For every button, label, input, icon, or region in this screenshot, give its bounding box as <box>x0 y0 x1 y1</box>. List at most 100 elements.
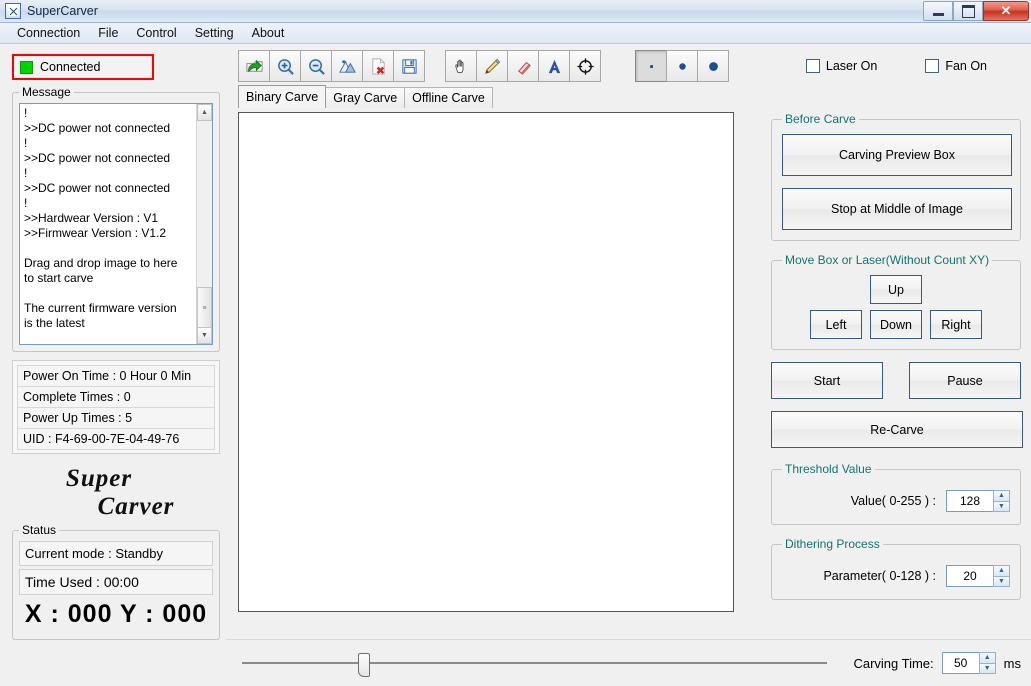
menu-item-about[interactable]: About <box>243 24 294 42</box>
dpad-bottom-row: Left Down Right <box>810 310 982 339</box>
carving-time-label: Carving Time: <box>853 655 934 671</box>
logo-line-1: Super <box>65 465 133 492</box>
text-tool-icon[interactable] <box>538 50 570 82</box>
threshold-spinner[interactable]: 128 ▲ ▼ <box>946 490 1010 512</box>
threshold-increment-icon[interactable]: ▲ <box>993 490 1010 502</box>
dithering-decrement-icon[interactable]: ▼ <box>993 576 1010 587</box>
threshold-group: Threshold Value Value( 0-255 ) : 128 ▲ ▼ <box>771 462 1021 525</box>
threshold-row: Value( 0-255 ) : 128 ▲ ▼ <box>782 484 1010 514</box>
threshold-input[interactable]: 128 <box>946 490 993 512</box>
status-group: Status Current mode : Standby Time Used … <box>12 523 220 640</box>
direction-pad: Up Left Down Right <box>782 275 1010 339</box>
tab-gray-carve[interactable]: Gray Carve <box>325 87 406 108</box>
dithering-spinner[interactable]: 20 ▲ ▼ <box>946 565 1010 587</box>
move-down-button[interactable]: Down <box>870 310 922 339</box>
toolbar: Laser On Fan On <box>226 44 1031 84</box>
right-side: Laser On Fan On Binary Carve Gray Carve … <box>226 44 1031 686</box>
fan-on-checkbox-box[interactable] <box>925 59 940 73</box>
pencil-icon[interactable] <box>476 50 508 82</box>
message-legend: Message <box>22 85 71 99</box>
tab-offline-carve[interactable]: Offline Carve <box>404 87 493 108</box>
brush-size-medium-icon[interactable] <box>666 50 698 82</box>
message-group: Message ! >>DC power not connected ! >>D… <box>12 85 220 352</box>
message-log[interactable]: ! >>DC power not connected ! >>DC power … <box>19 103 213 345</box>
carve-canvas[interactable] <box>238 112 734 612</box>
menu-item-file[interactable]: File <box>89 24 127 42</box>
close-button[interactable]: ✕ <box>983 1 1029 21</box>
target-icon[interactable] <box>569 50 601 82</box>
message-scrollbar[interactable]: ▲ ≡ ▼ <box>196 104 212 344</box>
dpad-top-row: Up <box>870 275 922 304</box>
tab-binary-carve[interactable]: Binary Carve <box>238 85 327 108</box>
stat-uid: UID : F4-69-00-7E-04-49-76 <box>17 428 215 450</box>
stop-at-middle-button[interactable]: Stop at Middle of Image <box>782 188 1012 230</box>
carving-time-spin-buttons: ▲ ▼ <box>978 652 996 674</box>
carve-mode-tabs: Binary Carve Gray Carve Offline Carve <box>226 85 1031 108</box>
brush-size-small-icon[interactable] <box>635 50 667 82</box>
connection-status-label: Connected <box>40 60 101 74</box>
carving-preview-box-button[interactable]: Carving Preview Box <box>782 134 1012 176</box>
recarve-button[interactable]: Re-Carve <box>771 411 1023 448</box>
brand-logo: Super Carver <box>6 466 226 519</box>
move-left-button[interactable]: Left <box>810 310 862 339</box>
image-fit-icon[interactable] <box>331 50 363 82</box>
delete-file-icon[interactable] <box>362 50 394 82</box>
move-box-group: Move Box or Laser(Without Count XY) Up L… <box>771 253 1021 350</box>
title-bar: SuperCarver ✕ <box>0 0 1031 23</box>
scrollbar-thumb[interactable]: ≡ <box>197 287 212 329</box>
laser-on-checkbox-box[interactable] <box>805 59 820 73</box>
coordinates-display: X : 000 Y : 000 <box>24 600 208 628</box>
save-icon[interactable] <box>393 50 425 82</box>
carving-time-spinner[interactable]: 50 ▲ ▼ <box>941 652 996 674</box>
open-image-icon[interactable] <box>238 50 270 82</box>
threshold-label: Value( 0-255 ) : <box>850 494 936 508</box>
laser-on-checkbox[interactable]: Laser On <box>805 59 878 73</box>
maximize-button[interactable] <box>953 1 983 21</box>
connection-status-badge[interactable]: Connected <box>12 54 154 80</box>
menu-item-control[interactable]: Control <box>127 24 185 42</box>
stat-power-on-time: Power On Time : 0 Hour 0 Min <box>17 365 215 387</box>
threshold-legend: Threshold Value <box>785 462 872 476</box>
left-panel: Connected Message ! >>DC power not conne… <box>0 44 226 686</box>
run-controls-row: Start Pause <box>771 362 1021 399</box>
menu-item-setting[interactable]: Setting <box>186 24 243 42</box>
carving-time-decrement-icon[interactable]: ▼ <box>978 663 996 674</box>
menu-item-connection[interactable]: Connection <box>8 24 89 42</box>
stat-complete-times: Complete Times : 0 <box>17 386 215 408</box>
scroll-down-icon[interactable]: ▼ <box>197 327 212 344</box>
laser-on-label: Laser On <box>825 59 878 73</box>
power-slider[interactable] <box>238 648 835 678</box>
fan-on-checkbox[interactable]: Fan On <box>925 59 987 73</box>
dithering-input[interactable]: 20 <box>946 565 993 587</box>
carving-time-input[interactable]: 50 <box>941 652 979 674</box>
logo-line-2: Carver <box>97 493 175 520</box>
carving-time-increment-icon[interactable]: ▲ <box>978 652 996 664</box>
scroll-up-icon[interactable]: ▲ <box>197 104 212 121</box>
start-button[interactable]: Start <box>771 362 883 399</box>
pause-button[interactable]: Pause <box>909 362 1021 399</box>
dithering-label: Parameter( 0-128 ) : <box>823 569 936 583</box>
current-mode-field: Current mode : Standby <box>19 541 213 566</box>
dithering-spin-buttons: ▲ ▼ <box>993 565 1010 587</box>
threshold-decrement-icon[interactable]: ▼ <box>993 501 1010 512</box>
window-controls: ✕ <box>923 1 1029 21</box>
dithering-increment-icon[interactable]: ▲ <box>993 565 1010 577</box>
control-panel: Before Carve Carving Preview Box Stop at… <box>763 112 1031 639</box>
hand-pan-icon[interactable] <box>445 50 477 82</box>
app-icon <box>5 3 21 19</box>
move-right-button[interactable]: Right <box>930 310 982 339</box>
message-log-text: ! >>DC power not connected ! >>DC power … <box>24 106 178 330</box>
carving-time-control: Carving Time: 50 ▲ ▼ ms <box>853 652 1021 674</box>
slider-thumb[interactable] <box>358 653 371 677</box>
before-carve-group: Before Carve Carving Preview Box Stop at… <box>771 112 1021 241</box>
eraser-icon[interactable] <box>507 50 539 82</box>
time-used-field: Time Used : 00:00 <box>19 569 213 595</box>
zoom-in-icon[interactable] <box>269 50 301 82</box>
minimize-button[interactable] <box>923 1 953 21</box>
brush-size-large-icon[interactable] <box>697 50 729 82</box>
dithering-legend: Dithering Process <box>785 537 880 551</box>
zoom-out-icon[interactable] <box>300 50 332 82</box>
work-area: Before Carve Carving Preview Box Stop at… <box>226 108 1031 639</box>
application-window: SuperCarver ✕ Connection File Control Se… <box>0 0 1031 686</box>
move-up-button[interactable]: Up <box>870 275 922 304</box>
